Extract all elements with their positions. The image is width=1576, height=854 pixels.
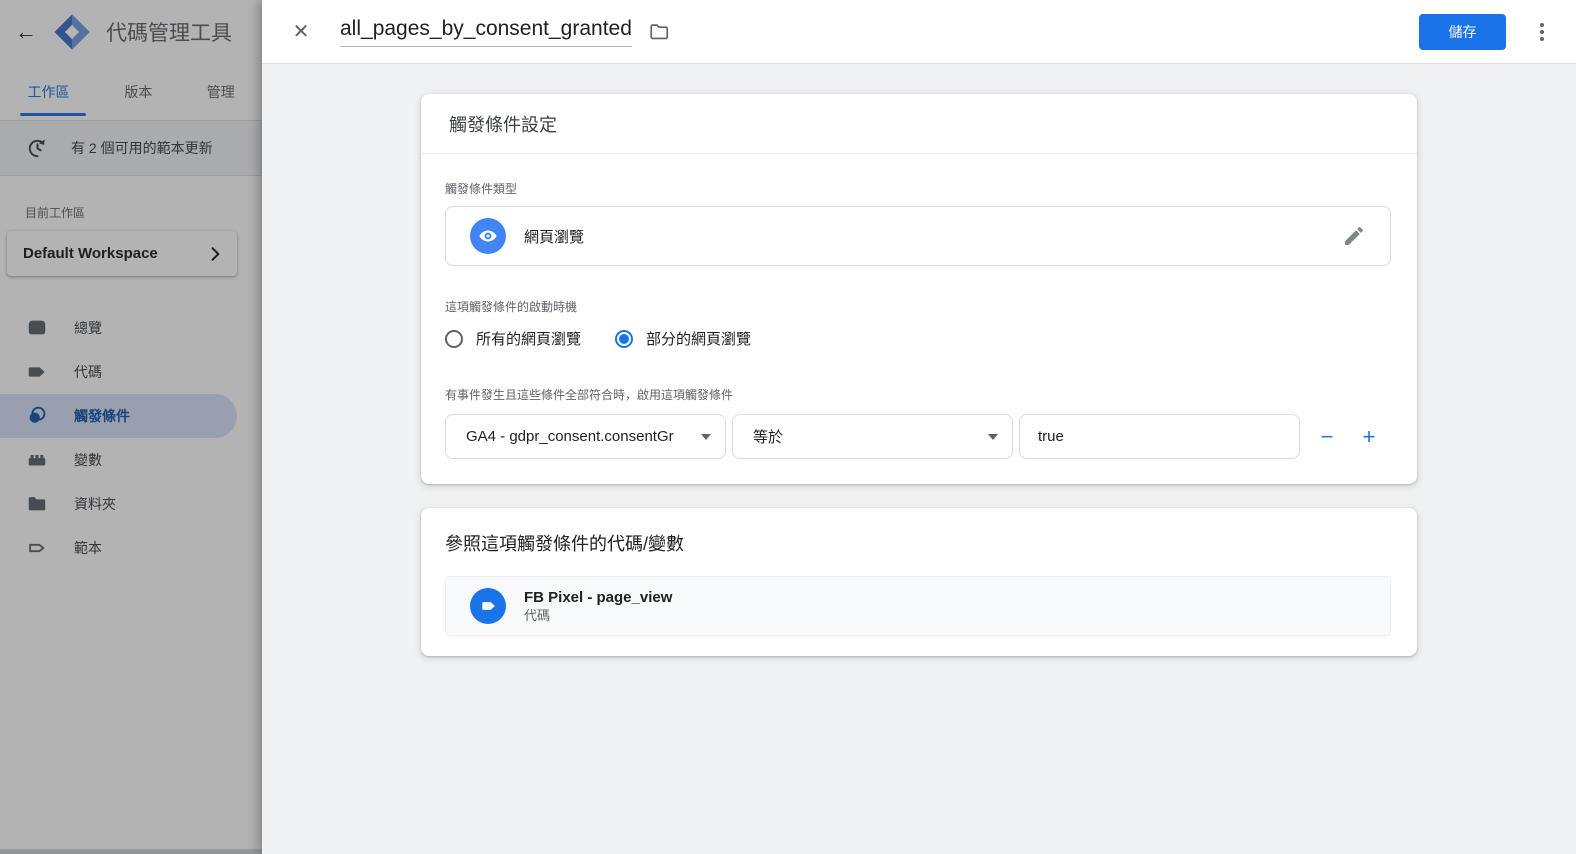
tab-admin[interactable]: 管理 bbox=[180, 82, 262, 102]
tab-workspace[interactable]: 工作區 bbox=[0, 82, 97, 102]
radio-selected-icon bbox=[615, 330, 633, 348]
sidebar-item-tags[interactable]: 代碼 bbox=[0, 350, 237, 394]
sidebar-nav: 總覽 代碼 觸發條件 bbox=[0, 306, 262, 570]
tab-bar: 工作區 版本 管理 bbox=[0, 64, 262, 121]
pencil-edit-icon[interactable] bbox=[1342, 224, 1366, 248]
app-title: 代碼管理工具 bbox=[106, 17, 232, 47]
background-app-pane: ← 代碼管理工具 工作區 版本 管理 有 2 個可用的範本更新 目前工作區 bbox=[0, 0, 262, 854]
back-arrow-icon[interactable]: ← bbox=[12, 18, 40, 46]
radio-all-pageviews[interactable]: 所有的網頁瀏覽 bbox=[445, 328, 581, 349]
trigger-config-title: 觸發條件設定 bbox=[449, 111, 1389, 137]
trigger-type-value: 網頁瀏覽 bbox=[524, 226, 1342, 247]
trigger-config-card: 觸發條件設定 觸發條件類型 網頁瀏覽 bbox=[421, 94, 1417, 484]
remove-condition-button[interactable]: − bbox=[1310, 420, 1344, 454]
current-workspace-section: 目前工作區 Default Workspace bbox=[0, 176, 262, 276]
sidebar-item-label: 範本 bbox=[74, 538, 102, 558]
template-update-notification[interactable]: 有 2 個可用的範本更新 bbox=[0, 121, 262, 176]
close-icon[interactable]: ✕ bbox=[288, 19, 314, 45]
radio-unselected-icon bbox=[445, 330, 463, 348]
update-refresh-icon bbox=[26, 137, 49, 160]
sidebar-item-label: 觸發條件 bbox=[74, 406, 130, 426]
editor-body: 觸發條件設定 觸發條件類型 網頁瀏覽 bbox=[262, 64, 1576, 656]
trigger-name-field[interactable]: all_pages_by_consent_granted bbox=[340, 17, 632, 47]
workspace-selector[interactable]: Default Workspace bbox=[7, 231, 237, 276]
conditions-label: 有事件發生且這些條件全部符合時，啟用這項觸發條件 bbox=[445, 386, 1391, 403]
trigger-icon bbox=[26, 405, 48, 427]
add-condition-button[interactable]: + bbox=[1352, 420, 1386, 454]
folder-icon bbox=[26, 493, 48, 515]
chevron-right-icon bbox=[205, 244, 225, 264]
pageview-eye-icon bbox=[470, 218, 506, 254]
trigger-editor-panel: ✕ all_pages_by_consent_granted 儲存 觸發條件設定… bbox=[262, 0, 1576, 854]
overview-icon bbox=[26, 317, 48, 339]
trigger-type-box[interactable]: 網頁瀏覽 bbox=[445, 206, 1391, 266]
fires-on-radio-group: 所有的網頁瀏覽 部分的網頁瀏覽 bbox=[445, 328, 1391, 349]
condition-value-input[interactable] bbox=[1019, 414, 1300, 459]
sidebar-item-label: 總覽 bbox=[74, 318, 102, 338]
workspace-name: Default Workspace bbox=[23, 245, 205, 262]
sidebar-item-label: 變數 bbox=[74, 450, 102, 470]
radio-some-pageviews[interactable]: 部分的網頁瀏覽 bbox=[615, 328, 751, 349]
sidebar-item-label: 代碼 bbox=[74, 362, 102, 382]
app-header: ← 代碼管理工具 bbox=[0, 0, 262, 64]
chevron-down-icon bbox=[701, 434, 711, 440]
template-icon bbox=[26, 537, 48, 559]
gtm-trigger-editor-screen: ← 代碼管理工具 工作區 版本 管理 有 2 個可用的範本更新 目前工作區 bbox=[0, 0, 1576, 854]
trigger-type-label: 觸發條件類型 bbox=[445, 180, 1391, 197]
current-workspace-label: 目前工作區 bbox=[25, 204, 262, 221]
horizontal-scrollbar[interactable] bbox=[0, 849, 262, 854]
kebab-menu-icon[interactable] bbox=[1530, 18, 1554, 46]
notification-text: 有 2 個可用的範本更新 bbox=[71, 138, 213, 158]
folder-outline-icon[interactable] bbox=[648, 21, 670, 43]
sidebar-item-overview[interactable]: 總覽 bbox=[0, 306, 237, 350]
sidebar-item-variables[interactable]: 變數 bbox=[0, 438, 237, 482]
gtm-logo bbox=[52, 12, 92, 52]
sidebar-item-label: 資料夾 bbox=[74, 494, 116, 514]
fires-on-label: 這項觸發條件的啟動時機 bbox=[445, 298, 1391, 315]
reference-item-row[interactable]: FB Pixel - page_view 代碼 bbox=[445, 576, 1391, 636]
sidebar-item-templates[interactable]: 範本 bbox=[0, 526, 237, 570]
chevron-down-icon bbox=[988, 434, 998, 440]
sidebar-item-folders[interactable]: 資料夾 bbox=[0, 482, 237, 526]
references-card: 參照這項觸發條件的代碼/變數 FB Pixel - page_view 代碼 bbox=[421, 508, 1417, 656]
condition-variable-select[interactable]: GA4 - gdpr_consent.consentGr bbox=[445, 414, 726, 459]
save-button[interactable]: 儲存 bbox=[1419, 14, 1506, 50]
editor-header: ✕ all_pages_by_consent_granted 儲存 bbox=[262, 0, 1576, 64]
variable-icon bbox=[26, 449, 48, 471]
reference-name: FB Pixel - page_view bbox=[524, 588, 672, 607]
active-tab-underline bbox=[20, 113, 86, 116]
tag-circle-icon bbox=[470, 588, 506, 624]
references-title: 參照這項觸發條件的代碼/變數 bbox=[445, 530, 1391, 556]
sidebar-item-triggers[interactable]: 觸發條件 bbox=[0, 394, 237, 438]
tag-icon bbox=[26, 361, 48, 383]
tab-versions[interactable]: 版本 bbox=[97, 82, 179, 102]
condition-operator-select[interactable]: 等於 bbox=[732, 414, 1013, 459]
condition-row: GA4 - gdpr_consent.consentGr 等於 − + bbox=[445, 414, 1391, 459]
reference-type: 代碼 bbox=[524, 607, 672, 624]
